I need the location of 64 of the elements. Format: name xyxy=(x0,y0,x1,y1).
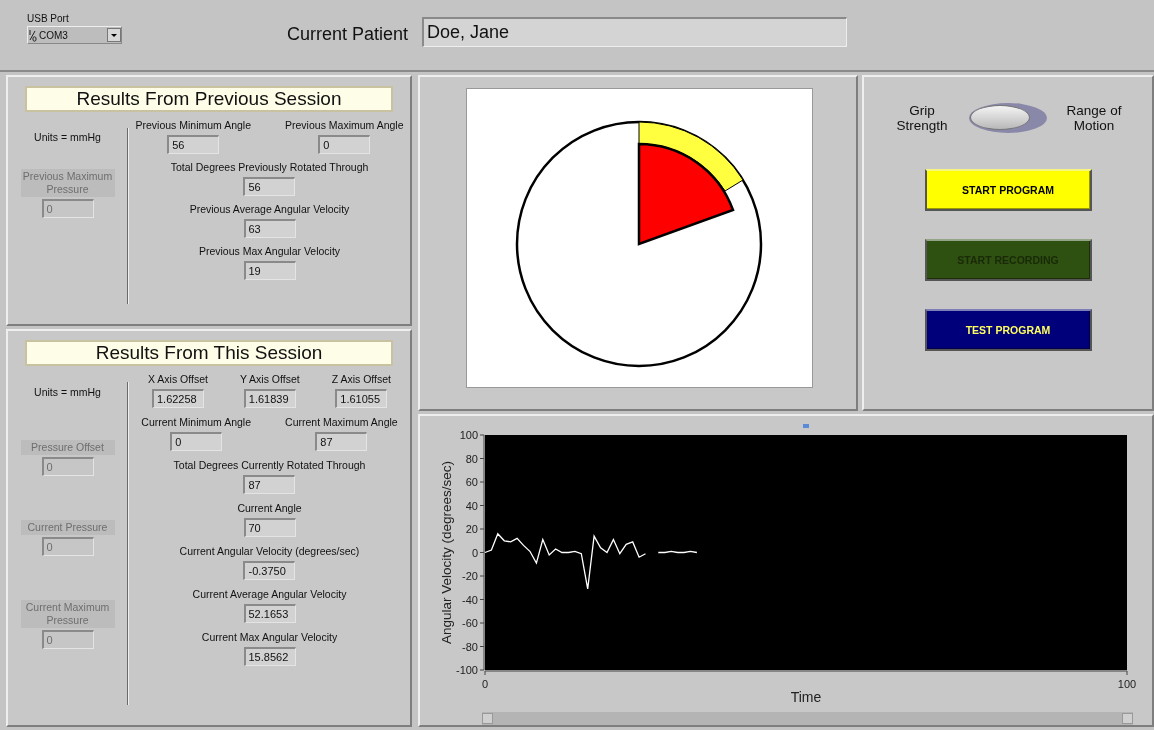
field-label: Current Maximum Pressure xyxy=(20,600,115,628)
units-label: Units = mmHg xyxy=(34,131,101,143)
tick-label: -60 xyxy=(462,617,478,629)
field-label: Previous Average Angular Velocity xyxy=(188,202,351,217)
field-label: Total Degrees Previously Rotated Through xyxy=(169,160,370,175)
field-label: Z Axis Offset xyxy=(330,372,392,387)
axis-title: Angular Velocity (degrees/sec) xyxy=(439,460,454,645)
switch-label: Range of Motion xyxy=(1065,103,1123,133)
field-label: Current Average Angular Velocity xyxy=(191,587,348,602)
switch-label: Grip Strength xyxy=(895,103,949,133)
value-field[interactable]: 1.61055 xyxy=(335,389,388,408)
field-label: Current Patient xyxy=(287,23,409,46)
field-label: USB Port xyxy=(27,13,70,24)
section-title: Results From Previous Session xyxy=(25,86,393,112)
value-field[interactable]: 19 xyxy=(243,261,296,280)
field-label: Current Max Angular Velocity xyxy=(200,630,339,645)
value-field[interactable]: 15.8562 xyxy=(243,647,296,666)
field-label: Pressure Offset xyxy=(20,440,115,455)
tick-label: -20 xyxy=(462,570,478,582)
value-field[interactable]: 1.62258 xyxy=(151,389,204,408)
field-label: Current Angle xyxy=(236,501,303,516)
field-label: Previous Max Angular Velocity xyxy=(197,244,342,259)
tick-label: 60 xyxy=(465,476,478,488)
field-label: Current Minimum Angle xyxy=(140,415,253,430)
value-field[interactable]: 56 xyxy=(167,135,220,154)
value-field[interactable]: 0 xyxy=(170,432,223,451)
value-field[interactable]: 52.1653 xyxy=(243,604,296,623)
tick-label: -80 xyxy=(462,640,478,653)
field-label: Previous Maximum Angle xyxy=(284,118,405,133)
value-field[interactable]: 1.61839 xyxy=(243,389,296,408)
units-label: Units = mmHg xyxy=(34,386,101,398)
tick-label: -40 xyxy=(462,593,478,606)
value-field[interactable]: 0 xyxy=(318,135,371,154)
field-label: Previous Maximum Pressure xyxy=(20,169,115,197)
value-field[interactable]: 87 xyxy=(243,475,296,494)
field-label: Current Maximum Angle xyxy=(284,415,399,430)
axis-title: Time xyxy=(790,689,822,704)
tick-label: 40 xyxy=(465,499,478,512)
field-label: Total Degrees Currently Rotated Through xyxy=(172,458,367,473)
tick-label: 80 xyxy=(465,452,478,465)
value-field[interactable]: 63 xyxy=(243,219,296,238)
port-dropdown[interactable]: COM3 xyxy=(27,26,122,44)
value-field[interactable]: -0.3750 xyxy=(243,561,296,580)
value-field[interactable]: 56 xyxy=(243,177,296,196)
io-icon xyxy=(28,28,37,42)
cursor-handle[interactable] xyxy=(803,424,809,428)
patient-field[interactable]: Doe, Jane xyxy=(422,17,848,47)
program-button[interactable]: TEST PROGRAM xyxy=(924,309,1092,351)
field-label: Previous Minimum Angle xyxy=(134,118,253,133)
field-label: Current Pressure xyxy=(20,520,115,535)
tick-label: -100 xyxy=(455,664,478,676)
section-title: Results From This Session xyxy=(25,340,393,366)
tick-label: 20 xyxy=(465,523,478,535)
tick-label: 100 xyxy=(1117,678,1137,690)
tick-label: 0 xyxy=(471,546,478,559)
field-label: Current Angular Velocity (degrees/sec) xyxy=(178,544,361,559)
field-label: X Axis Offset xyxy=(147,372,209,387)
tick-label: 0 xyxy=(481,678,489,690)
program-button[interactable]: START PROGRAM xyxy=(924,169,1092,211)
tick-label: 100 xyxy=(459,429,478,441)
value-field[interactable]: 87 xyxy=(315,432,368,451)
field-label: Y Axis Offset xyxy=(238,372,301,387)
scrollbar[interactable] xyxy=(482,712,1133,725)
value-field[interactable]: 70 xyxy=(243,518,296,537)
